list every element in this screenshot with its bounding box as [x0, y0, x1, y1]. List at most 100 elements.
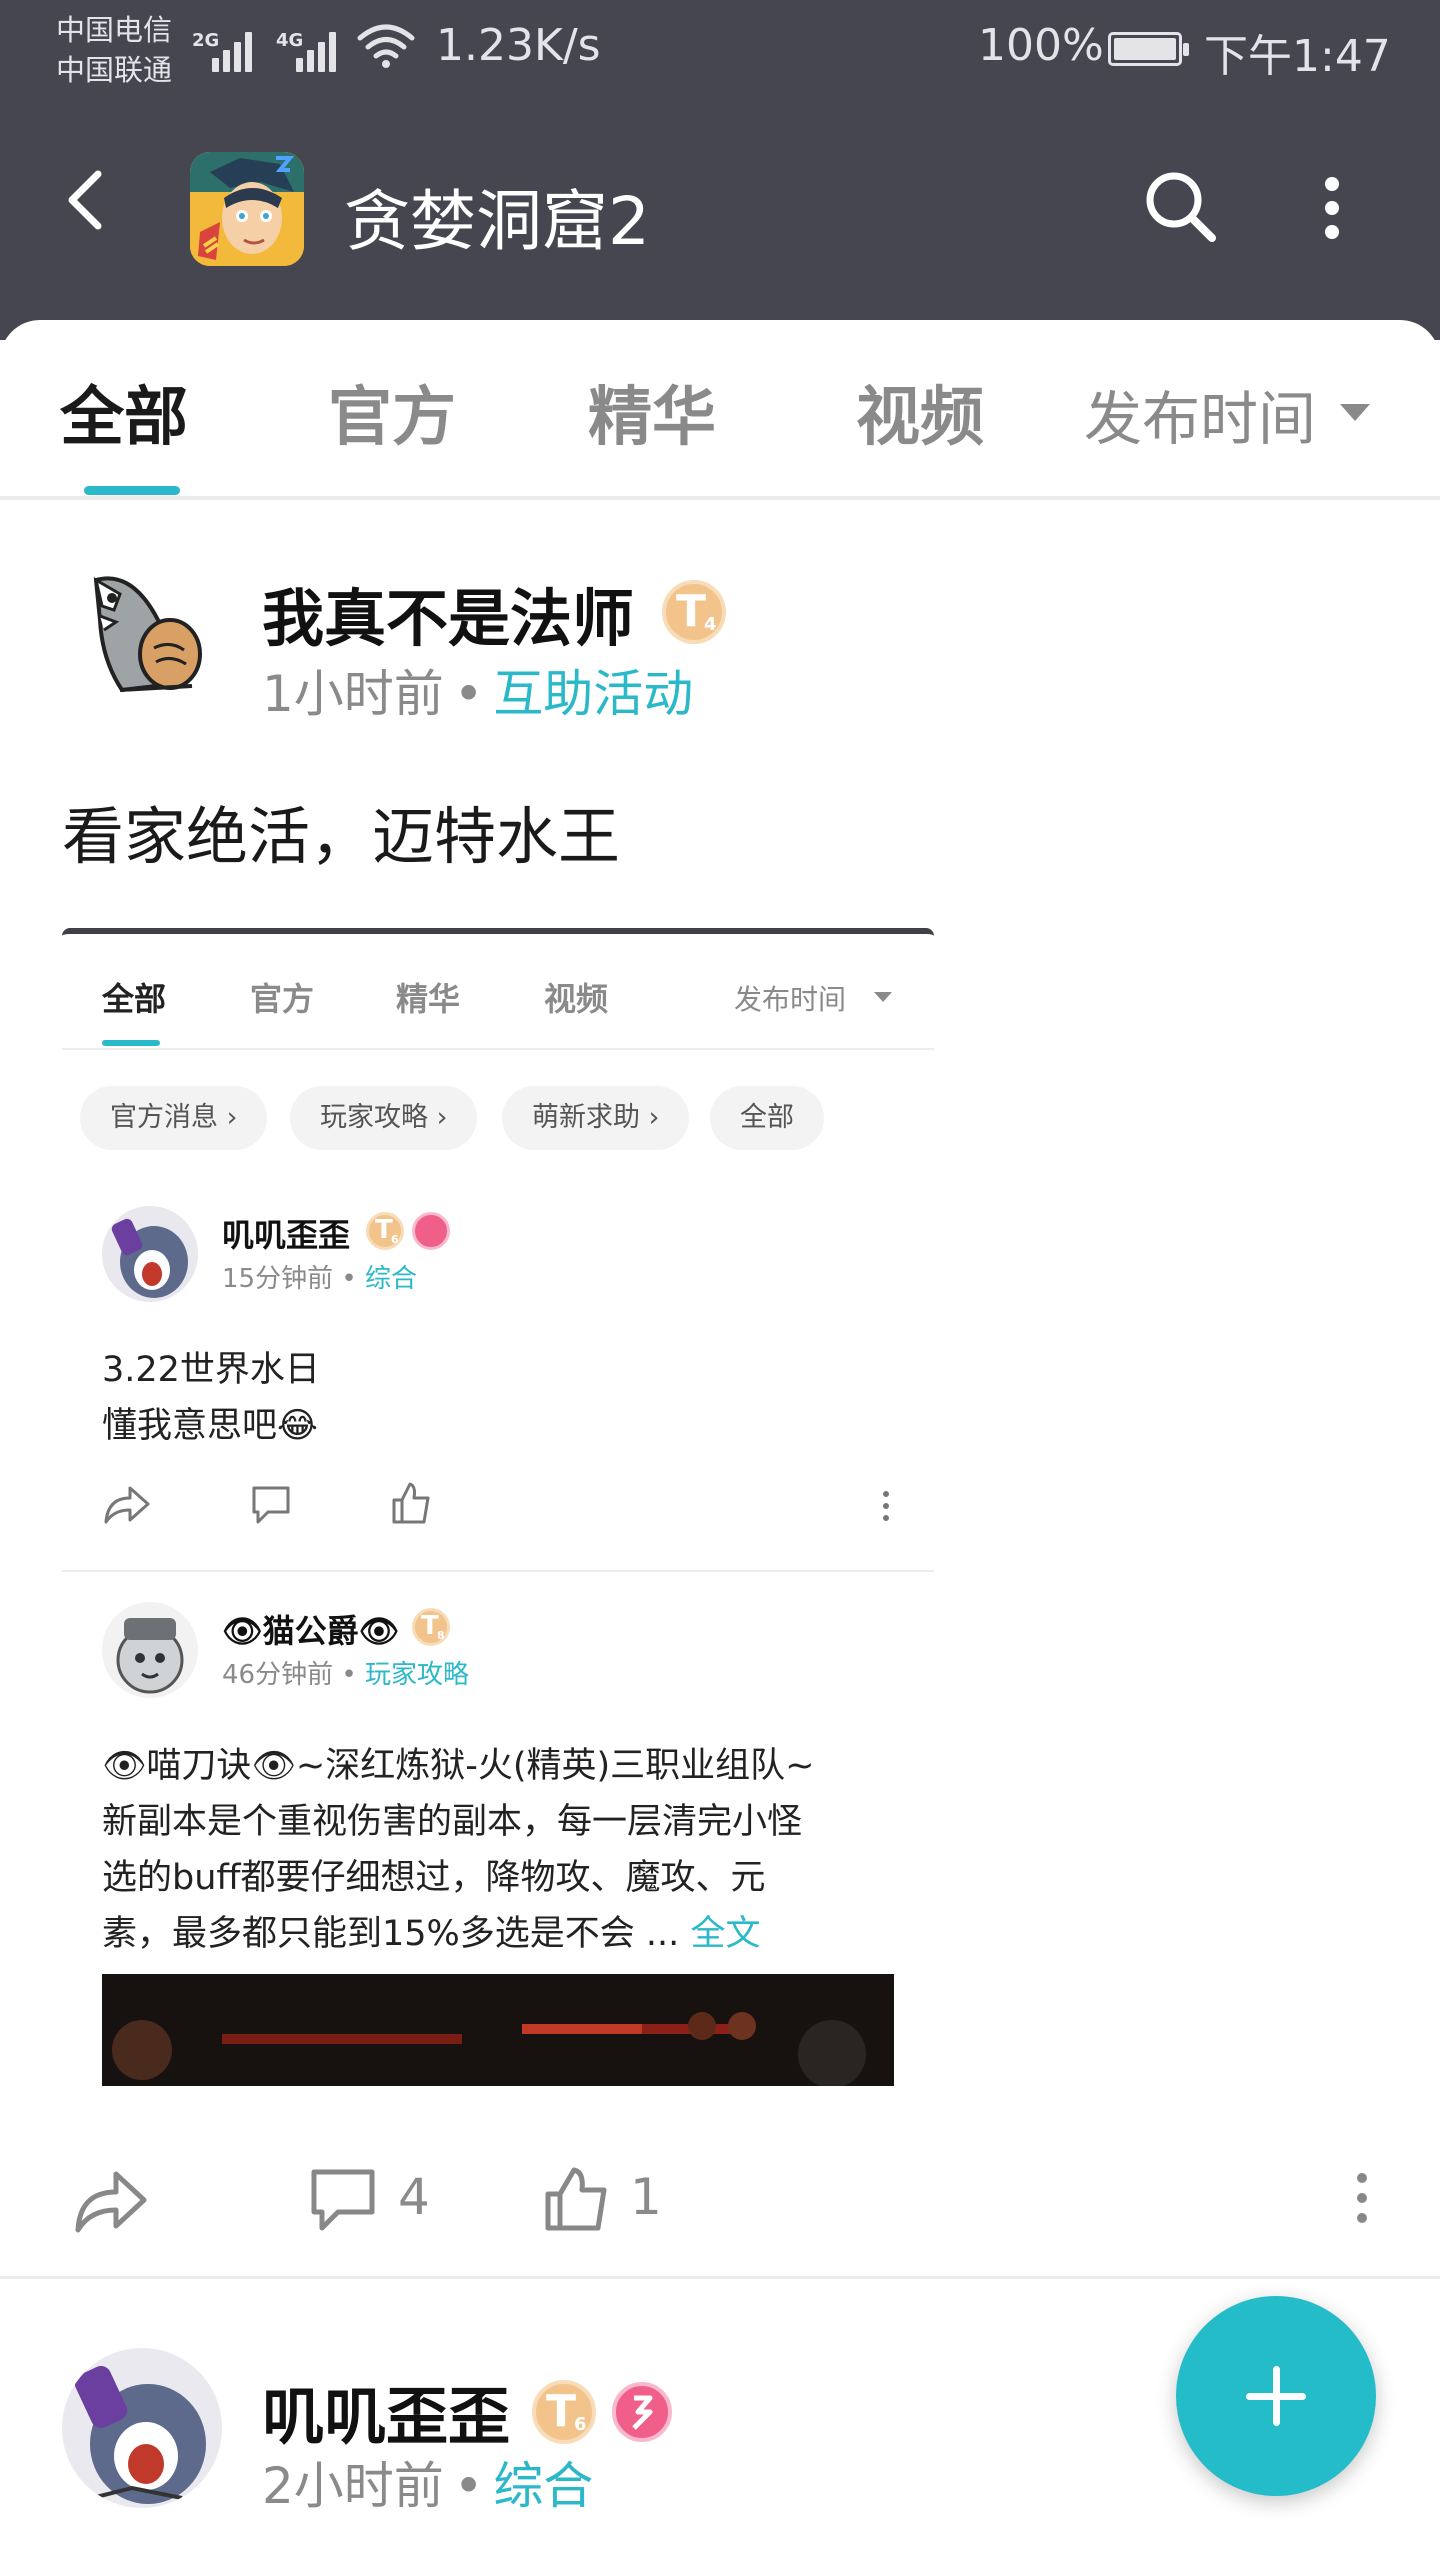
image-tab-featured: 精华	[396, 980, 461, 1018]
image-post-line: 懂我意思吧😂	[102, 1406, 318, 1446]
signal-icons: 2G 4G	[192, 22, 354, 72]
image-chip: 萌新求助 ›	[502, 1086, 690, 1150]
image-share-icon	[104, 1486, 150, 1524]
post-author[interactable]: 叽叽歪歪	[262, 2366, 510, 2456]
battery-percent: 100%	[978, 20, 1104, 71]
app-header: 中国电信 中国联通 2G 4G 1.23K/s 100% 下午1:47 贪婪洞窟…	[0, 0, 1440, 340]
image-post-body: 3.22世界水日 懂我意思吧😂	[102, 1342, 320, 1454]
image-divider	[62, 1570, 934, 1572]
status-bar: 中国电信 中国联通 2G 4G 1.23K/s 100% 下午1:47	[0, 0, 1440, 110]
battery-icon	[1108, 32, 1189, 66]
image-game-screenshot	[102, 1974, 894, 2086]
post-author[interactable]: 我真不是法师	[262, 568, 634, 658]
post-meta: 2小时前 • 综合	[262, 2457, 594, 2515]
pink-badge-icon	[612, 2382, 672, 2442]
signal-2g-icon: 2G	[192, 30, 252, 72]
comment-count[interactable]: 4	[398, 2168, 430, 2226]
post-meta: 1小时前 • 互助活动	[262, 665, 694, 723]
post-divider	[0, 2276, 1440, 2279]
game-icon[interactable]	[190, 152, 304, 266]
image-badge-number: 6	[391, 1233, 399, 1246]
image-post-author: 👁猫公爵👁	[222, 1612, 400, 1650]
image-post-time: 46分钟前	[222, 1660, 334, 1690]
chevron-down-icon[interactable]	[1340, 404, 1370, 421]
carrier-2: 中国联通	[56, 53, 173, 87]
image-avatar	[102, 1206, 198, 1302]
clock: 下午1:47	[1204, 31, 1391, 82]
image-post-line: 素，最多都只能到15%多选是不会 ...	[102, 1914, 680, 1954]
tab-all[interactable]: 全部	[60, 366, 188, 458]
image-tab-indicator	[102, 1040, 160, 1046]
post-text: 看家绝活，迈特水王	[62, 800, 621, 873]
level-badge-letter: T	[546, 2386, 577, 2437]
avatar[interactable]	[62, 2348, 222, 2508]
page-title: 贪婪洞窟2	[344, 183, 650, 260]
content-sheet: 全部 官方 精华 视频 发布时间 我真不是法师 T 4 1小时前 • 互助活动 …	[0, 320, 1440, 2560]
more-vertical-icon[interactable]	[1352, 2166, 1372, 2230]
back-arrow-icon[interactable]	[56, 160, 116, 240]
more-vertical-icon[interactable]	[1310, 168, 1354, 248]
image-chip: 全部	[710, 1086, 824, 1150]
image-action-bar	[62, 1474, 934, 1534]
post-action-bar: 4 1	[0, 2146, 1440, 2246]
network-speed: 1.23K/s	[436, 20, 601, 71]
carrier-1: 中国电信	[56, 13, 173, 47]
comment-icon[interactable]	[308, 2166, 378, 2236]
avatar[interactable]	[62, 550, 222, 710]
sort-dropdown[interactable]: 发布时间	[1084, 372, 1316, 456]
post-image[interactable]: 全部 官方 精华 视频 发布时间 官方消息 › 玩家攻略 › 萌新求助 › 全部	[62, 928, 934, 2086]
post-category[interactable]: 综合	[493, 2457, 593, 2515]
image-divider	[62, 1048, 934, 1050]
image-tab-all: 全部	[102, 980, 167, 1018]
search-icon[interactable]	[1138, 164, 1222, 248]
signal-2g-label: 2G	[192, 30, 220, 51]
level-badge-number: 4	[704, 614, 717, 635]
level-badge-icon: T 4	[662, 580, 726, 644]
signal-4g-icon: 4G	[276, 30, 336, 72]
image-post-category: 综合	[364, 1264, 417, 1294]
level-badge-letter: T	[676, 586, 707, 637]
level-badge-number: 6	[574, 2414, 587, 2435]
tab-video[interactable]: 视频	[856, 366, 984, 458]
image-post-line: 新副本是个重视伤害的副本，每一层清完小怪	[102, 1802, 803, 1842]
image-level-badge-icon: T 6	[366, 1212, 404, 1250]
image-sort-label: 发布时间	[734, 983, 847, 1016]
image-post-author: 叽叽歪歪	[222, 1216, 351, 1254]
image-more-icon	[883, 1491, 889, 1521]
share-icon[interactable]	[72, 2168, 150, 2236]
like-icon[interactable]	[542, 2164, 612, 2236]
tab-official[interactable]: 官方	[328, 366, 456, 458]
image-chip: 玩家攻略 ›	[290, 1086, 478, 1150]
wifi-icon	[357, 24, 415, 68]
image-level-badge-icon: T 8	[412, 1608, 450, 1646]
carrier-labels: 中国电信 中国联通	[56, 10, 172, 90]
image-post-line: 选的buff都要仔细想过，降物攻、魔攻、元	[102, 1858, 766, 1898]
new-post-button[interactable]	[1176, 2296, 1376, 2496]
image-post-line: 👁喵刀诀👁~深红炼狱-火(精英)三职业组队~	[102, 1746, 815, 1786]
like-count[interactable]: 1	[630, 2168, 662, 2226]
post-category[interactable]: 互助活动	[493, 665, 693, 723]
image-post-category: 玩家攻略	[364, 1660, 469, 1690]
image-like-icon	[392, 1482, 430, 1524]
tab-bar: 全部 官方 精华 视频 发布时间	[0, 320, 1440, 500]
image-comment-icon	[252, 1486, 290, 1524]
post-time: 2小时前	[262, 2457, 444, 2515]
image-tab-official: 官方	[250, 980, 315, 1018]
image-pink-badge-icon	[412, 1212, 450, 1250]
tab-featured[interactable]: 精华	[588, 366, 716, 458]
image-post-line: 3.22世界水日	[102, 1350, 320, 1390]
post-time: 1小时前	[262, 665, 444, 723]
active-tab-indicator	[84, 486, 180, 495]
image-post-meta: 46分钟前 • 玩家攻略	[222, 1660, 469, 1690]
image-badge-number: 8	[437, 1629, 445, 1642]
image-chevron-down-icon	[874, 992, 892, 1002]
image-chip: 官方消息 ›	[80, 1086, 268, 1150]
image-read-more: 全文	[690, 1914, 761, 1954]
image-avatar	[102, 1602, 198, 1698]
image-tab-video: 视频	[544, 980, 609, 1018]
image-post-meta: 15分钟前 • 综合	[222, 1264, 417, 1294]
level-badge-icon: T 6	[532, 2380, 596, 2444]
image-post-body: 👁喵刀诀👁~深红炼狱-火(精英)三职业组队~ 新副本是个重视伤害的副本，每一层清…	[102, 1738, 814, 1962]
image-post-line-last: 素，最多都只能到15%多选是不会 ... 全文	[102, 1906, 814, 1962]
image-post-time: 15分钟前	[222, 1264, 334, 1294]
